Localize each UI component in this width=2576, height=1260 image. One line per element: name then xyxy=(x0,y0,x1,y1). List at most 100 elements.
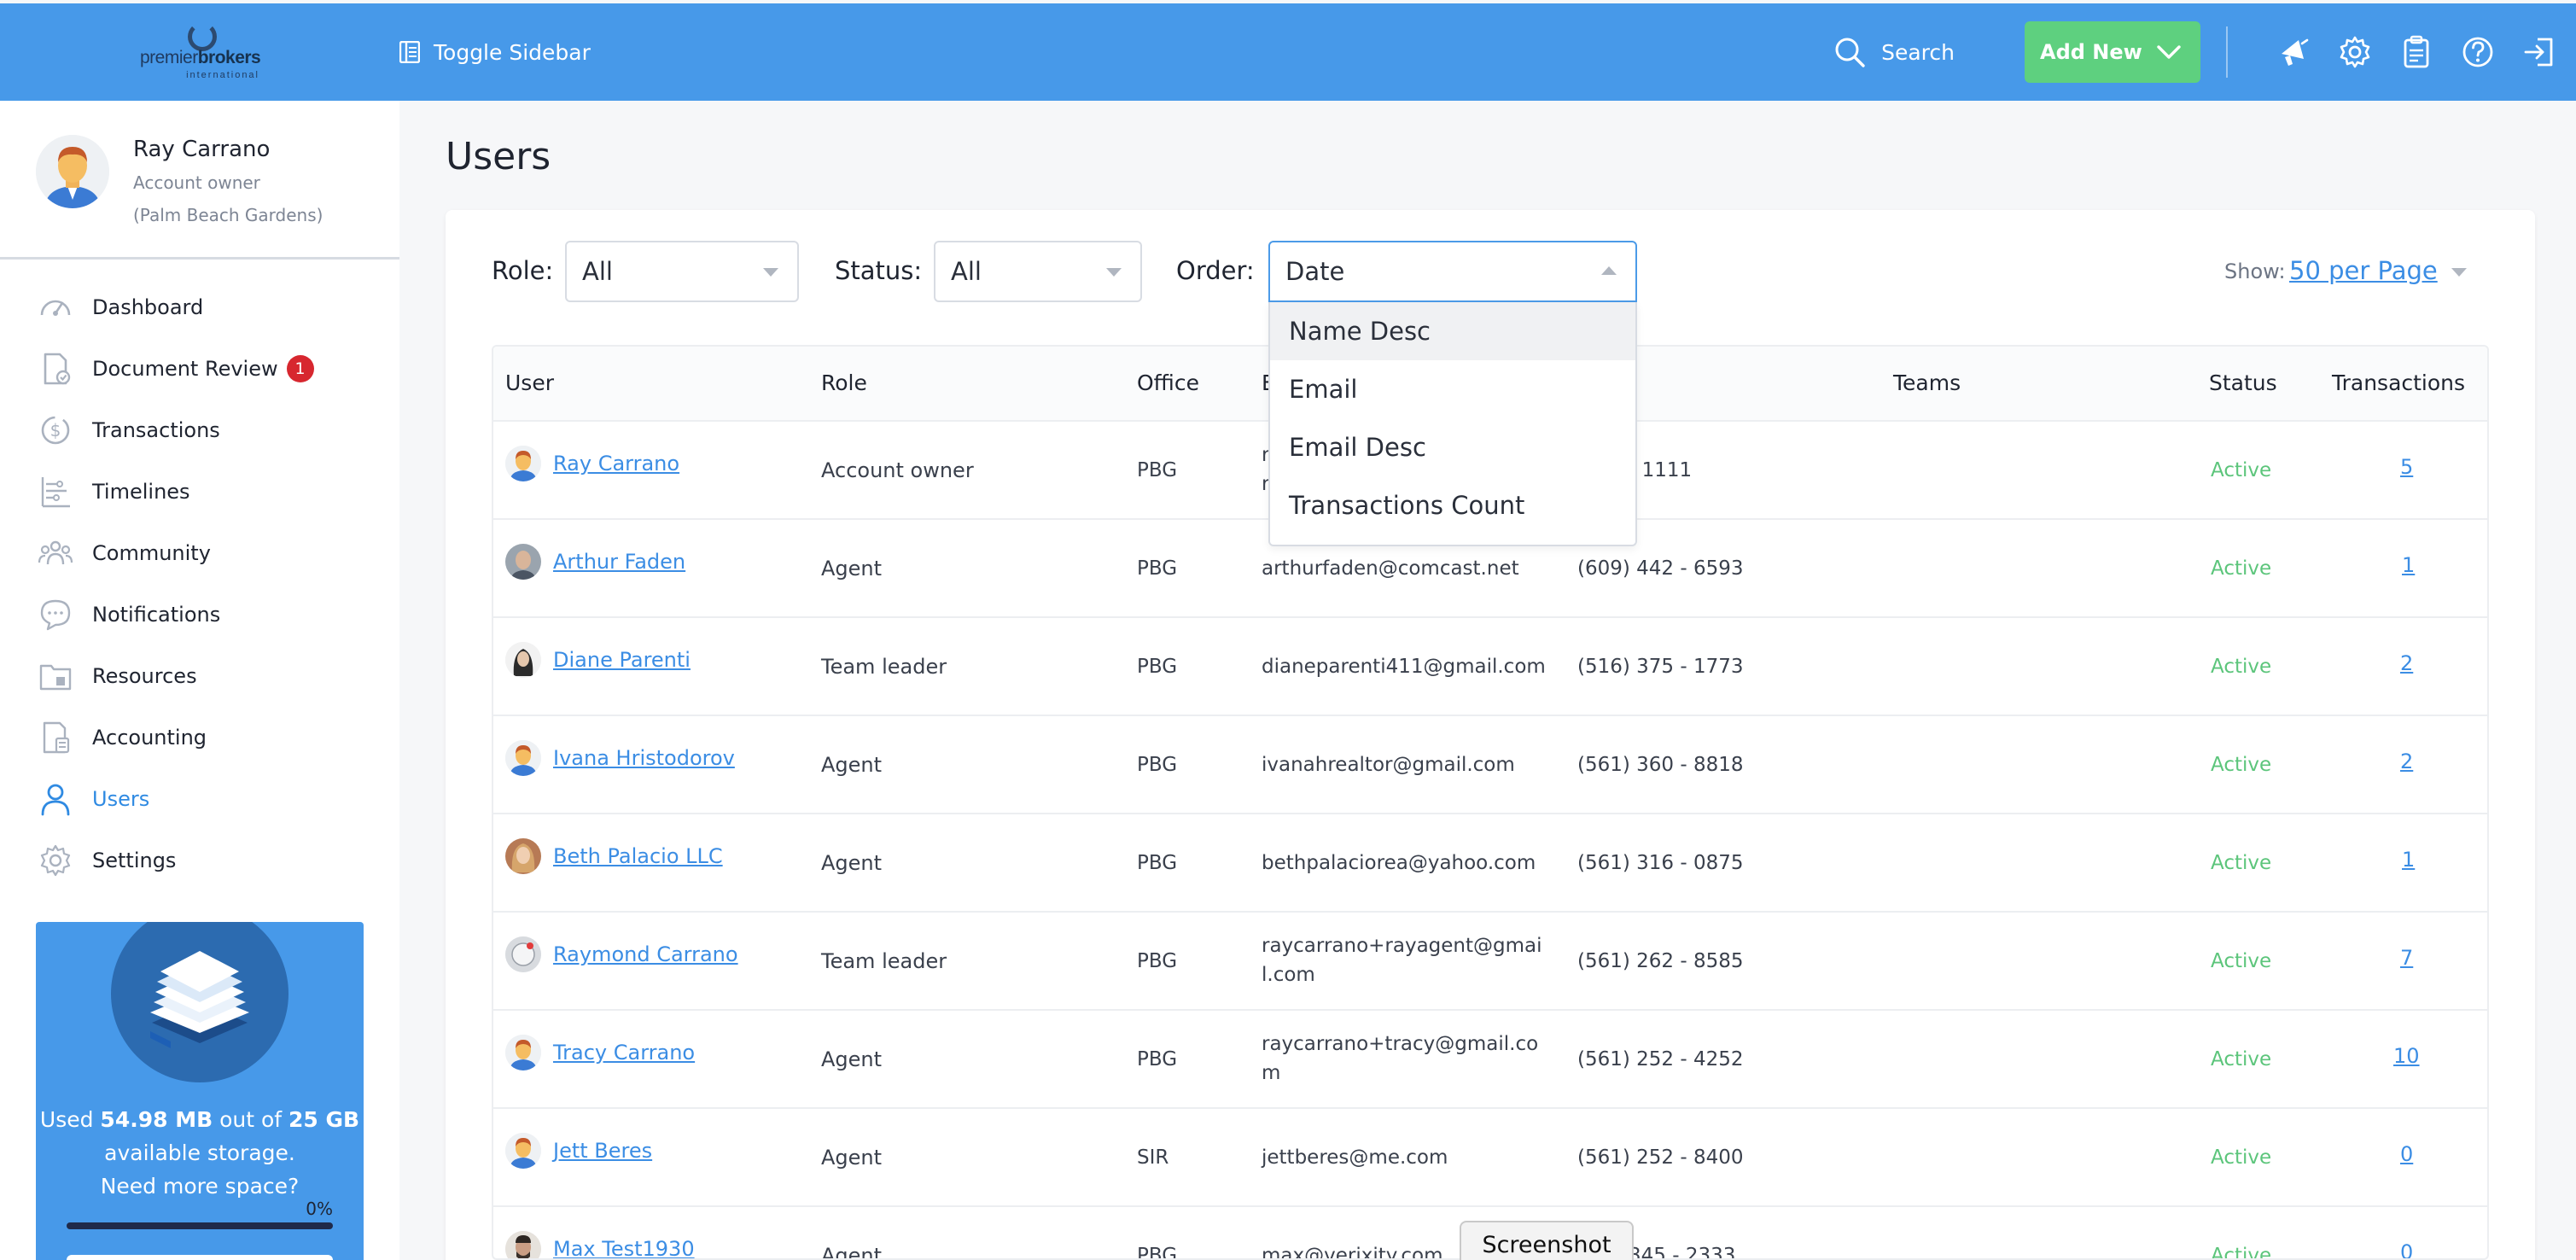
status-filter-value: All xyxy=(951,257,982,286)
role-filter-value: All xyxy=(582,257,613,286)
sidebar-item-label: Settings xyxy=(92,849,177,872)
status-badge: Active xyxy=(2211,557,2272,580)
sidebar-item-document-review[interactable]: Document Review 1 xyxy=(0,338,399,400)
profile-name: Ray Carrano xyxy=(133,137,271,162)
role-filter-select[interactable]: All xyxy=(565,241,799,302)
transactions-count-link[interactable]: 2 xyxy=(2400,747,2413,776)
clipboard-button[interactable] xyxy=(2397,32,2436,72)
column-header-teams[interactable]: Teams xyxy=(1893,370,1961,395)
user-name-link[interactable]: Beth Palacio LLC xyxy=(553,842,723,871)
table-row: Ivana Hristodorov Agent PBG ivanahrealto… xyxy=(493,716,2487,814)
email-cell: jettberes@me.com xyxy=(1262,1146,1448,1169)
sidebar-nav: Dashboard Document Review 1 $ Transactio… xyxy=(0,260,399,891)
column-header-user[interactable]: User xyxy=(505,370,554,395)
user-name-link[interactable]: Max Test1930 xyxy=(553,1234,695,1258)
sidebar-item-users[interactable]: Users xyxy=(0,768,399,830)
column-header-transactions[interactable]: Transactions xyxy=(2332,370,2465,395)
avatar xyxy=(505,740,541,776)
avatar[interactable] xyxy=(36,135,109,208)
sidebar-item-timelines[interactable]: Timelines xyxy=(0,461,399,522)
storage-usage-text: Used 54.98 MB out of 25 GB available sto… xyxy=(39,1107,360,1199)
screenshot-button[interactable]: Screenshot xyxy=(1460,1221,1634,1260)
caret-down-icon[interactable] xyxy=(2451,268,2467,277)
chat-bubble-icon xyxy=(36,595,75,634)
transactions-count-link[interactable]: 2 xyxy=(2400,649,2413,678)
search-button[interactable]: Search xyxy=(1833,36,1955,68)
per-page-label: Show: xyxy=(2224,260,2286,283)
announcements-button[interactable] xyxy=(2274,32,2313,72)
storage-question: Need more space? xyxy=(100,1174,300,1199)
user-icon xyxy=(36,779,75,819)
sidebar-item-label: Resources xyxy=(92,664,197,688)
user-name-link[interactable]: Raymond Carrano xyxy=(553,940,738,969)
sidebar-item-label: Document Review xyxy=(92,357,278,381)
storage-progress-bar xyxy=(67,1222,333,1229)
order-option-transactions-count[interactable]: Transactions Count xyxy=(1270,476,1635,534)
sidebar-item-dashboard[interactable]: Dashboard xyxy=(0,277,399,338)
transactions-count-link[interactable]: 0 xyxy=(2400,1238,2413,1258)
order-option-name-desc[interactable]: Name Desc xyxy=(1270,302,1635,360)
user-name-link[interactable]: Diane Parenti xyxy=(553,645,691,674)
column-header-status[interactable]: Status xyxy=(2209,370,2277,395)
add-new-button[interactable]: Add New xyxy=(2025,21,2200,83)
brand-logo[interactable]: premierbrokers international xyxy=(140,22,261,82)
user-name-link[interactable]: Jett Beres xyxy=(553,1136,652,1165)
sidebar-item-accounting[interactable]: Accounting xyxy=(0,707,399,768)
sidebar-item-notifications[interactable]: Notifications xyxy=(0,584,399,645)
chevron-down-icon xyxy=(2157,45,2181,59)
megaphone-icon xyxy=(2282,38,2309,66)
user-name-link[interactable]: Ray Carrano xyxy=(553,449,679,478)
role-cell: Agent xyxy=(821,753,883,777)
user-name-link[interactable]: Tracy Carrano xyxy=(553,1038,695,1067)
toggle-sidebar-button[interactable]: Toggle Sidebar xyxy=(399,40,591,65)
sidebar-item-resources[interactable]: Resources xyxy=(0,645,399,707)
user-cell: Jett Beres xyxy=(505,1133,652,1169)
role-cell: Agent xyxy=(821,557,883,580)
top-actions: Search Add New xyxy=(1833,3,2576,101)
sidebar-item-transactions[interactable]: $ Transactions xyxy=(0,400,399,461)
column-header-office[interactable]: Office xyxy=(1137,370,1199,395)
settings-button[interactable] xyxy=(2335,32,2375,72)
per-page-select[interactable]: 50 per Page xyxy=(2289,256,2438,285)
order-option-email-desc[interactable]: Email Desc xyxy=(1270,418,1635,476)
user-name-link[interactable]: Arthur Faden xyxy=(553,547,685,576)
order-filter-select[interactable]: Date xyxy=(1268,241,1637,302)
logout-button[interactable] xyxy=(2520,32,2559,72)
order-dropdown-menu: Name Desc Email Email Desc Transactions … xyxy=(1268,302,1637,546)
upgrade-storage-button[interactable] xyxy=(67,1255,333,1260)
transactions-count-link[interactable]: 1 xyxy=(2402,845,2415,874)
status-badge: Active xyxy=(2211,1048,2272,1070)
email-cell: max@verixity.com xyxy=(1262,1245,1443,1260)
sidebar-item-settings[interactable]: Settings xyxy=(0,830,399,891)
phone-cell: (561) 360 - 8818 xyxy=(1577,754,1744,776)
clipboard-icon xyxy=(2404,35,2429,68)
table-row: Diane Parenti Team leader PBG dianeparen… xyxy=(493,618,2487,716)
sidebar-item-community[interactable]: Community xyxy=(0,522,399,584)
transactions-count-link[interactable]: 10 xyxy=(2393,1041,2420,1070)
caret-down-icon xyxy=(763,268,778,277)
transactions-count-link[interactable]: 0 xyxy=(2400,1140,2413,1169)
status-filter-select[interactable]: All xyxy=(934,241,1142,302)
column-header-role[interactable]: Role xyxy=(821,370,867,395)
office-cell: PBG xyxy=(1137,1245,1178,1260)
document-check-icon xyxy=(36,349,75,388)
help-button[interactable] xyxy=(2458,32,2497,72)
logo-subtitle: international xyxy=(186,70,259,80)
add-new-label: Add New xyxy=(2040,40,2142,64)
storage-card: Used 54.98 MB out of 25 GB available sto… xyxy=(36,922,364,1260)
role-cell: Account owner xyxy=(821,458,974,482)
phone-cell: (561) 262 - 8585 xyxy=(1577,950,1744,972)
email-cell: raycarrano+rayagent@gmai l.com xyxy=(1262,935,1542,986)
storage-illustration xyxy=(111,922,288,1082)
transactions-count-link[interactable]: 1 xyxy=(2402,551,2415,580)
role-cell: Agent xyxy=(821,1146,883,1170)
user-name-link[interactable]: Ivana Hristodorov xyxy=(553,744,735,773)
order-option-email[interactable]: Email xyxy=(1270,360,1635,418)
phone-cell: (561) 252 - 8400 xyxy=(1577,1146,1744,1169)
sidebar-toggle-icon xyxy=(399,41,420,63)
status-badge: Active xyxy=(2211,950,2272,972)
transactions-count-link[interactable]: 5 xyxy=(2400,452,2413,481)
sidebar-item-label: Accounting xyxy=(92,726,207,750)
profile-role: Account owner xyxy=(133,172,260,193)
transactions-count-link[interactable]: 7 xyxy=(2400,943,2413,972)
